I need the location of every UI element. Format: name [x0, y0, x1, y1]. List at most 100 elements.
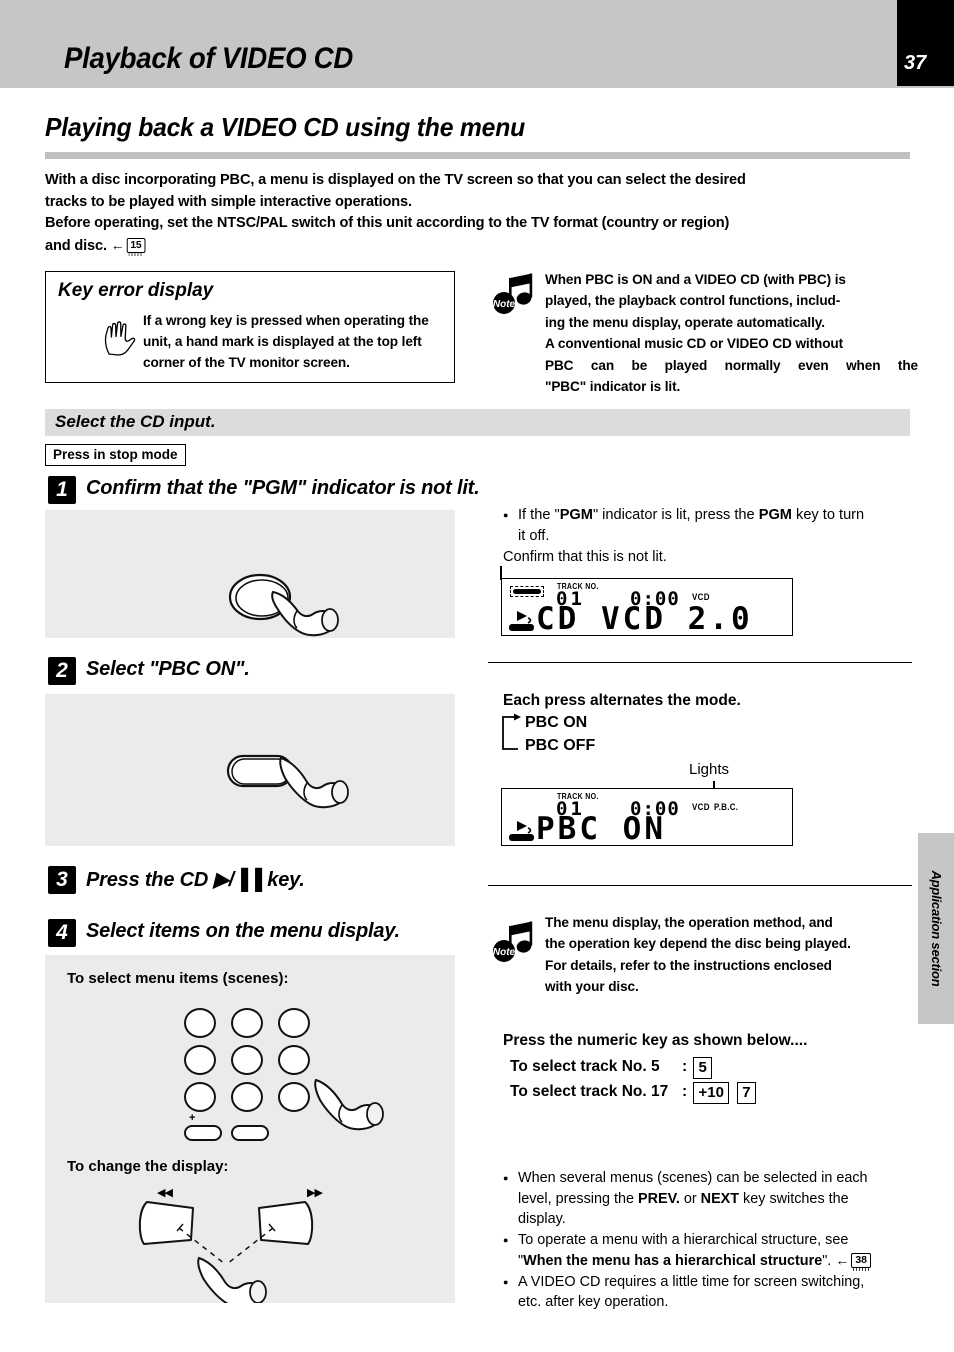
step-text-2: Select "PBC ON". — [86, 658, 250, 680]
lcd1-play-disc-icon — [509, 611, 534, 631]
note-bottom-line-1: The menu display, the operation method, … — [545, 915, 833, 930]
numkey-2[interactable] — [231, 1008, 263, 1038]
intro-line-4-text: and disc. — [45, 237, 107, 254]
note-top-text: When PBC is ON and a VIDEO CD (with PBC)… — [545, 269, 918, 397]
bottom-note-1-text-b: or — [679, 1190, 701, 1207]
numeric-row-2: To select track No. 17: +10 7 — [510, 1082, 758, 1104]
keycap-7[interactable]: 7 — [737, 1082, 756, 1104]
note-top-line-4: A conventional music CD or VIDEO CD with… — [545, 336, 844, 352]
bottom-note-2: To operate a menu with a hierarchical st… — [503, 1230, 913, 1272]
alternates-loop-arrow-icon — [502, 713, 521, 750]
bottom-note-1-text-c: key switches the — [739, 1190, 849, 1207]
numkey-plus10[interactable] — [184, 1125, 222, 1141]
next-key-bold: NEXT — [700, 1190, 740, 1207]
lcd1-hand-mark-block — [513, 589, 541, 594]
step1-note-line-2: it off. — [518, 528, 550, 544]
intro-line-3: Before operating, set the NTSC/PAL switc… — [45, 215, 730, 231]
bottom-notes: When several menus (scenes) can be selec… — [503, 1168, 913, 1313]
step1-note-text-c: key to turn — [791, 507, 865, 523]
step1-note-text-b: " indicator is lit, press the — [592, 507, 759, 523]
numkey-0[interactable] — [231, 1125, 269, 1141]
lcd2-play-disc-icon — [509, 821, 534, 841]
keycap-5[interactable]: 5 — [693, 1057, 712, 1079]
note-bottom-line-4: with your disc. — [545, 979, 639, 995]
bottom-note-1-line-3: display. — [518, 1211, 566, 1227]
hand-icon — [104, 321, 136, 356]
step-number-3: 3 — [48, 866, 76, 894]
step4-subtitle-change-display: To change the display: — [67, 1158, 229, 1175]
numkey-5[interactable] — [231, 1045, 263, 1075]
step1-note-text-a: If the " — [518, 507, 560, 523]
intro-line-1: With a disc incorporating PBC, a menu is… — [45, 172, 746, 188]
step-number-2: 2 — [48, 657, 76, 685]
numkey-4[interactable] — [184, 1045, 216, 1075]
numeric-row-1-colon: : — [682, 1058, 688, 1075]
lcd-display-1: TRACK NO. 01 0:00 VCD CD VCD 2.0 — [501, 578, 793, 637]
note-top-line-6: "PBC" indicator is lit. — [545, 379, 681, 395]
page-number: 37 — [904, 52, 927, 74]
prev-key-bold: PREV. — [638, 1190, 680, 1207]
lcd2-pbc-indicator: P.B.C. — [714, 802, 739, 813]
side-tab-application-section: Application section — [918, 833, 954, 1024]
bottom-note-1-line-2: level, pressing the PREV. or NEXT key sw… — [518, 1189, 913, 1210]
lcd2-main-text: PBC ON — [536, 811, 666, 847]
note-top-line-2: played, the playback control functions, … — [545, 293, 841, 309]
section-title: Playing back a VIDEO CD using the menu — [45, 112, 526, 142]
step1-illustration-panel — [45, 510, 455, 638]
numkey-3[interactable] — [278, 1008, 310, 1038]
key-error-display-box: Key error display If a wrong key is pres… — [45, 271, 455, 383]
press-in-stop-mode-label: Press in stop mode — [45, 444, 186, 466]
note-music-icon: Note — [493, 273, 533, 314]
pgm-bold-1: PGM — [559, 507, 593, 523]
step1-hand-pressing-round-key-icon — [228, 573, 339, 637]
step-text-3: Press the CD ▶/▐▐ key. — [86, 869, 305, 891]
remote-numeric-keypad: + — [45, 955, 455, 1185]
page-reference-38[interactable]: 38 — [851, 1253, 871, 1271]
step4-illustration-panel: To select menu items (scenes): + To chan… — [45, 955, 455, 1303]
hierarchical-structure-ref: When the menu has a hierarchical structu… — [523, 1253, 823, 1269]
note-badge-label: Note — [493, 299, 516, 310]
key-error-title: Key error display — [58, 280, 214, 301]
step4-prev-next-keys-with-hand-icon — [138, 1201, 314, 1303]
note-bottom-line-2: the operation key depend the disc being … — [545, 936, 851, 952]
step2-hand-pressing-oval-key-icon — [226, 754, 349, 809]
note-music-icon-bottom: Note — [493, 921, 533, 962]
step2-illustration-panel — [45, 694, 455, 846]
note-top-line-5: PBC can be played normally even when the — [545, 357, 918, 373]
numeric-row-2-colon: : — [682, 1083, 688, 1100]
numkey-8[interactable] — [231, 1082, 263, 1112]
numkey-7[interactable] — [184, 1082, 216, 1112]
alternates-option-pbc-on: PBC ON — [525, 714, 588, 731]
step-text-4: Select items on the menu display. — [86, 920, 400, 942]
lcd1-main-text: CD VCD 2.0 — [536, 601, 753, 637]
pgm-bold-2: PGM — [758, 507, 792, 523]
bottom-note-1: When several menus (scenes) can be selec… — [503, 1168, 913, 1230]
intro-paragraph: With a disc incorporating PBC, a menu is… — [45, 170, 904, 257]
alternates-option-pbc-off: PBC OFF — [525, 737, 596, 754]
numeric-row-1: To select track No. 5: 5 — [510, 1057, 714, 1079]
bottom-note-3: A VIDEO CD requires a little time for sc… — [503, 1272, 913, 1313]
keycap-plus10[interactable]: +10 — [693, 1082, 729, 1104]
numkey-9[interactable] — [278, 1082, 310, 1112]
note-top-line-3: ing the menu display, operate automatica… — [545, 314, 825, 330]
left-arrow-icon: ← — [110, 236, 125, 253]
bottom-note-3-line-1: A VIDEO CD requires a little time for sc… — [518, 1273, 865, 1290]
step-number-4: 4 — [48, 919, 76, 947]
note-top-line-1: When PBC is ON and a VIDEO CD (with PBC)… — [545, 272, 846, 287]
note-bottom-line-3: For details, refer to the instructions e… — [545, 957, 832, 973]
intro-line-4: and disc. ← 15 — [45, 235, 904, 258]
step2-divider-top — [488, 662, 912, 664]
band-label: Select the CD input. — [55, 412, 216, 431]
page-reference-15[interactable]: 15 — [126, 237, 146, 256]
note-bottom-text: The menu display, the operation method, … — [545, 912, 918, 998]
numkey-1[interactable] — [184, 1008, 216, 1038]
step-text-1: Confirm that the "PGM" indicator is not … — [86, 477, 480, 499]
bottom-note-3-line-2: etc. after key operation. — [518, 1294, 669, 1310]
numkey-6[interactable] — [278, 1045, 310, 1075]
section-divider — [45, 152, 910, 159]
step1-note-line-1: If the "PGM" indicator is lit, press the… — [503, 505, 911, 526]
lcd-display-2: TRACK NO. 01 0:00 VCD P.B.C. PBC ON — [501, 788, 793, 847]
bottom-note-2-line-2: "When the menu has a hierarchical struct… — [518, 1250, 913, 1272]
step-number-1: 1 — [48, 476, 76, 504]
note-badge-label-bottom: Note — [493, 947, 516, 958]
